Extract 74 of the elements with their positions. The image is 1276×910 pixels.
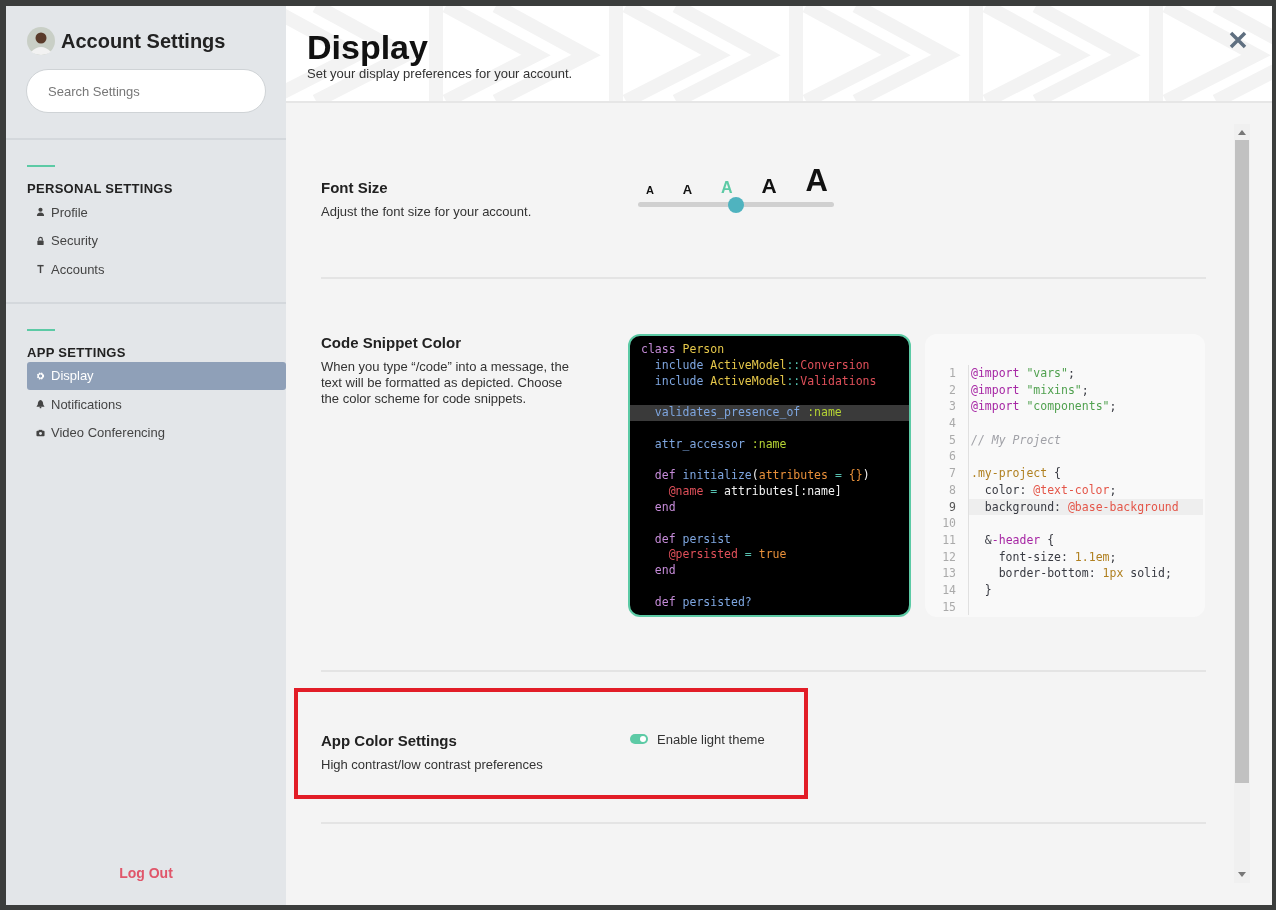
- code-snippet-preview[interactable]: [628, 334, 911, 617]
- line-number: 15: [927, 598, 969, 615]
- sidebar-title: Account Settings: [61, 29, 226, 53]
- line-number: 5: [927, 431, 969, 449]
- line-number: 8: [927, 481, 969, 499]
- code-line: @import "vars";: [971, 366, 1075, 380]
- sidebar-item[interactable]: Accounts: [27, 255, 286, 284]
- font-size-option[interactable]: A: [646, 185, 654, 196]
- search-field[interactable]: Search Settings: [26, 69, 266, 113]
- code-line: // My Project: [971, 432, 1061, 447]
- page-subtitle: Set your display preferences for your account.: [307, 66, 573, 81]
- section-description: High contrast/low contrast preferences: [321, 757, 544, 773]
- line-number: 3: [927, 398, 969, 416]
- line-number: 11: [927, 531, 969, 549]
- gear-icon: [36, 370, 45, 381]
- bell-icon: [36, 399, 45, 410]
- camera-icon: [36, 427, 45, 438]
- code-line: .my-project {: [971, 466, 1062, 481]
- code-line: class Person: [641, 342, 725, 356]
- code-line: @persisted = true: [667, 547, 787, 562]
- line-number: 7: [927, 465, 969, 482]
- section-title: Font Size: [321, 179, 389, 196]
- line-number: 10: [927, 515, 969, 532]
- scroll-down-arrow-icon[interactable]: [1238, 872, 1246, 878]
- code-line: include ActiveModel::Conversion: [653, 357, 870, 372]
- line-number: 13: [927, 565, 969, 582]
- code-line: font-size: 1.1em;: [997, 549, 1117, 564]
- line-number: 14: [927, 581, 969, 599]
- code-line: @import "components";: [971, 399, 1117, 414]
- person-icon: [36, 207, 45, 218]
- lock-icon: [36, 235, 45, 246]
- section-heading: APP SETTINGS: [27, 344, 127, 362]
- code-line: }: [983, 582, 992, 597]
- section-heading: PERSONAL SETTINGS: [27, 181, 174, 198]
- section-description: When you type “/code” into a message, the text will be formatted as depicted. Choose the color scheme for code snippets.: [321, 359, 570, 407]
- scrollbar[interactable]: [1234, 124, 1250, 883]
- sidebar-item[interactable]: Notifications: [27, 390, 286, 419]
- toggle-label: Enable light theme: [657, 731, 765, 747]
- line-number: 2: [927, 381, 969, 399]
- line-number: 6: [927, 448, 969, 466]
- line-number: 1: [927, 365, 969, 382]
- code-line: background: @base-background: [983, 499, 1179, 514]
- slider-thumb[interactable]: [728, 197, 744, 213]
- font-size-slider[interactable]: [638, 197, 834, 213]
- code-line: @import "mixins";: [971, 382, 1089, 397]
- code-line: end: [653, 563, 676, 578]
- avatar: [27, 27, 55, 55]
- code-line: attr_accessor :name: [653, 436, 787, 451]
- font-size-option[interactable]: A: [682, 183, 693, 196]
- line-number: 12: [927, 548, 969, 566]
- code-line: def persist: [653, 531, 731, 546]
- code-line: border-bottom: 1px solid;: [997, 566, 1172, 581]
- code-line: include ActiveModel::Validations: [653, 373, 877, 388]
- code-line: end: [653, 499, 676, 514]
- code-line: &-header {: [983, 532, 1055, 547]
- code-line: def persisted?: [653, 594, 752, 609]
- sidebar-item[interactable]: Profile: [27, 198, 286, 227]
- code-line: validates_presence_of :name: [653, 405, 842, 420]
- section-description: Adjust the font size for your account.: [321, 204, 533, 220]
- sidebar-item[interactable]: Video Conferencing: [27, 418, 286, 447]
- code-line: @name = attributes[:name]: [667, 484, 842, 499]
- t-icon: [36, 264, 45, 275]
- code-line: def initialize(attributes = {}): [653, 468, 870, 483]
- section-title: App Color Settings: [321, 732, 458, 749]
- code-line: color: @text-color;: [983, 482, 1117, 497]
- line-number: 4: [927, 415, 969, 432]
- close-icon[interactable]: [1228, 30, 1248, 50]
- toggle-switch[interactable]: [630, 734, 648, 744]
- font-size-option[interactable]: A: [805, 165, 828, 196]
- section-title: Code Snippet Color: [321, 334, 462, 351]
- page-title: Display: [307, 28, 428, 66]
- scroll-up-arrow-icon[interactable]: [1238, 129, 1246, 135]
- font-size-option[interactable]: A: [761, 175, 777, 196]
- sidebar-item[interactable]: Security: [27, 226, 286, 255]
